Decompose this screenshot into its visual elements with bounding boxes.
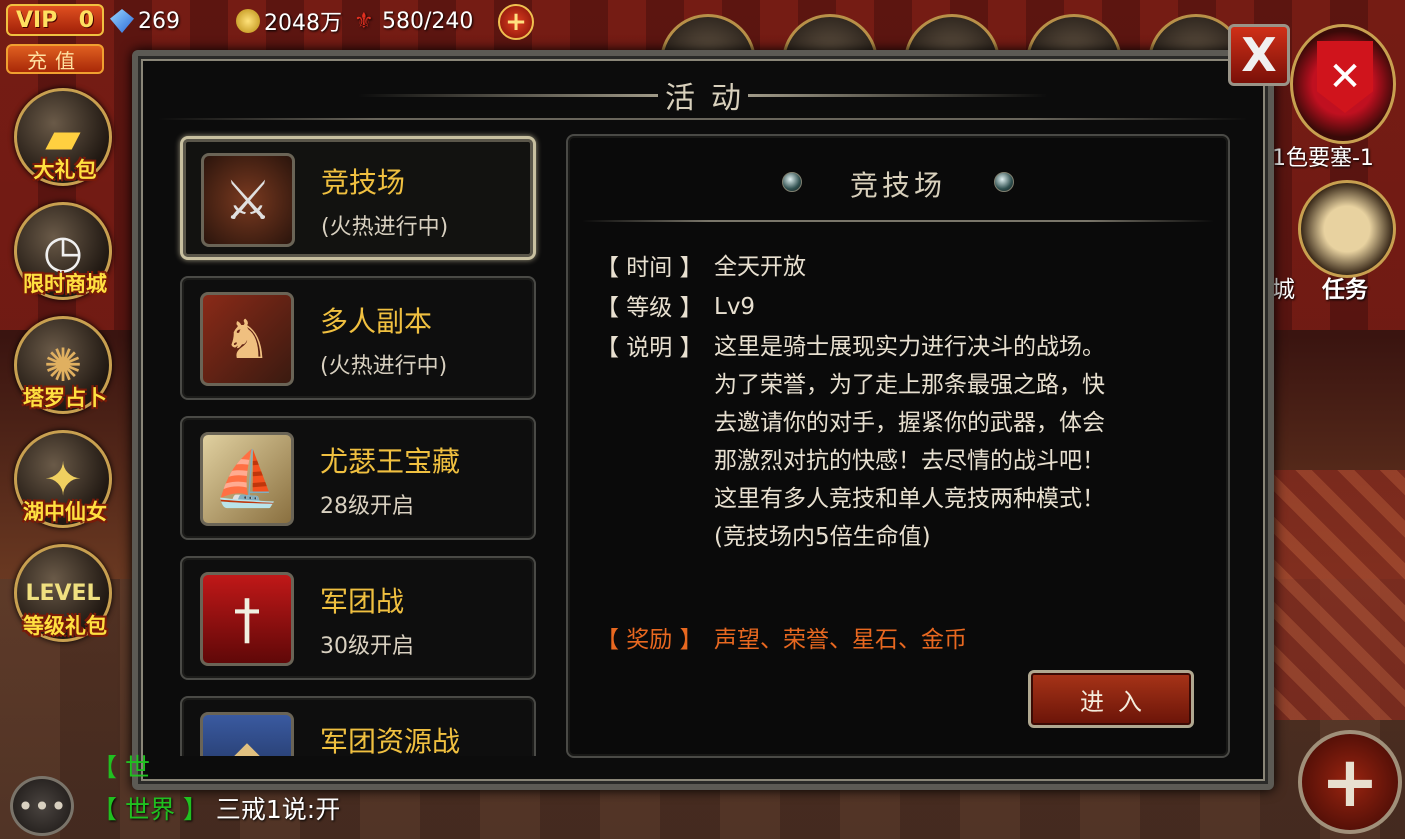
shield-icon: ✕	[1317, 41, 1373, 113]
side-item-label: 限时商城	[23, 272, 107, 296]
partial-label: 城	[1272, 277, 1295, 303]
chat-line-partial: 【 世	[92, 753, 150, 782]
chat-bubble-icon[interactable]: •••	[10, 776, 74, 836]
fortress-button[interactable]: ✕	[1290, 24, 1396, 144]
title-divider	[158, 118, 1248, 120]
side-item-level-gift[interactable]: LEVEL 等级礼包	[6, 544, 124, 656]
side-item-lake-fairy[interactable]: ✦ 湖中仙女	[6, 430, 124, 542]
activity-name: 军团资源战	[320, 725, 461, 756]
description-line: 去邀请你的对手，握紧你的武器，体会	[714, 410, 1105, 436]
time-key: 【 时间 】	[596, 255, 703, 281]
quest-label: 任务	[1322, 277, 1368, 303]
top-menu-icons	[660, 14, 1260, 110]
activity-status: 30级开启	[320, 634, 414, 659]
side-item-limited-shop[interactable]: ◷ 限时商城	[6, 202, 124, 314]
crossed-swords-icon: ⚔	[201, 153, 295, 247]
detail-divider	[582, 220, 1214, 222]
winged-shield-icon: ◆	[200, 712, 294, 756]
ship-map-icon: ⛵	[200, 432, 294, 526]
legion-crest-icon: †	[200, 572, 294, 666]
level-value: Lv9	[714, 294, 756, 320]
description-row: 【 说明 】 这里是骑士展现实力进行决斗的战场。 为了荣誉，为了走上那条最强之路…	[596, 328, 1184, 556]
stamina-counter: ⚜ 580/240	[354, 6, 473, 36]
diamond-counter: 269	[110, 6, 180, 36]
gem-ornament-icon	[994, 172, 1014, 192]
activity-item-legion-war[interactable]: † 军团战 30级开启	[180, 556, 536, 680]
description-line: 这里有多人竞技和单人竞技两种模式！	[714, 486, 1105, 512]
side-item-label: 湖中仙女	[23, 500, 107, 524]
top-status-bar: VIP 0 269 2048万 ⚜ 580/240 +	[0, 0, 560, 44]
side-item-label: 大礼包	[33, 158, 97, 182]
quest-button[interactable]	[1298, 180, 1396, 278]
level-key: 【 等级 】	[596, 295, 703, 321]
fortress-label: 1色要塞-1	[1272, 146, 1374, 171]
expand-menu-button[interactable]: +	[1298, 730, 1402, 834]
activity-item-arena[interactable]: ⚔ 竞技场 (火热进行中)	[180, 136, 536, 260]
chat-channel: 【 世界 】	[92, 795, 208, 824]
add-stamina-button[interactable]: +	[498, 4, 534, 40]
side-item-label: 塔罗占卜	[23, 386, 107, 410]
activity-item-uther-treasure[interactable]: ⛵ 尤瑟王宝藏 28级开启	[180, 416, 536, 540]
description-line: (竞技场内5倍生命值)	[714, 524, 931, 550]
activity-status: 28级开启	[320, 494, 414, 519]
reward-row: 【 奖励 】 声望、荣誉、星石、金币	[596, 620, 967, 654]
fleur-de-lis-icon: ⚜	[354, 9, 374, 34]
description-text: 这里是骑士展现实力进行决斗的战场。 为了荣誉，为了走上那条最强之路，快 去邀请你…	[714, 328, 1184, 556]
activity-item-multi-dungeon[interactable]: ♞ 多人副本 (火热进行中)	[180, 276, 536, 400]
detail-title: 竞技场	[849, 169, 946, 202]
activity-status: (火热进行中)	[320, 354, 448, 379]
activity-name: 竞技场	[321, 166, 406, 199]
activity-name: 军团战	[320, 585, 405, 618]
activity-item-legion-resource-war[interactable]: ◆ 军团资源战	[180, 696, 536, 756]
recharge-button[interactable]: 充值	[6, 44, 104, 74]
description-key: 【 说明 】	[596, 335, 703, 361]
vip-level: 0	[78, 7, 94, 33]
warriors-icon: ♞	[200, 292, 294, 386]
vip-label: VIP	[16, 7, 58, 33]
dialog-title: 活动	[665, 81, 757, 116]
activity-detail-panel: 竞技场 【 时间 】 全天开放 【 等级 】 Lv9 【 说明 】 这里是骑士展…	[566, 134, 1230, 758]
dialog-title-bar: 活动	[138, 70, 1268, 120]
time-row: 【 时间 】 全天开放	[596, 248, 1184, 286]
reward-key: 【 奖励 】	[596, 627, 703, 653]
activity-status: (火热进行中)	[321, 215, 449, 240]
enter-button[interactable]: 进入	[1028, 670, 1194, 728]
close-button[interactable]: X	[1228, 24, 1290, 86]
gold-value: 2048万	[264, 11, 342, 36]
gold-coin-icon	[236, 9, 260, 33]
description-line: 那激烈对抗的快感！去尽情的战斗吧！	[714, 448, 1105, 474]
background-pattern	[1265, 470, 1405, 720]
gold-counter: 2048万	[236, 6, 342, 36]
activity-list[interactable]: ⚔ 竞技场 (火热进行中) ♞ 多人副本 (火热进行中) ⛵ 尤瑟王宝藏 28级…	[158, 126, 544, 756]
description-line: 这里是骑士展现实力进行决斗的战场。	[714, 334, 1105, 360]
description-line: 为了荣誉，为了走上那条最强之路，快	[714, 372, 1105, 398]
side-menu: ▰ 大礼包 ◷ 限时商城 ✺ 塔罗占卜 ✦ 湖中仙女 LEVEL 等级礼包	[6, 88, 124, 658]
level-row: 【 等级 】 Lv9	[596, 288, 1184, 326]
stamina-value: 580/240	[382, 8, 474, 34]
activity-name: 尤瑟王宝藏	[320, 445, 461, 478]
time-value: 全天开放	[714, 254, 806, 280]
activity-name: 多人副本	[320, 305, 433, 338]
diamond-icon	[110, 9, 134, 33]
side-item-gift-pack[interactable]: ▰ 大礼包	[6, 88, 124, 200]
chat-message: 三戒1说:开	[215, 795, 341, 824]
diamond-value: 269	[138, 8, 180, 34]
chat-line[interactable]: 【 世界 】 三戒1说:开	[92, 790, 340, 826]
reward-value: 声望、荣誉、星石、金币	[714, 627, 967, 653]
side-item-label: 等级礼包	[23, 614, 107, 638]
side-item-tarot[interactable]: ✺ 塔罗占卜	[6, 316, 124, 428]
vip-badge[interactable]: VIP 0	[6, 4, 104, 36]
